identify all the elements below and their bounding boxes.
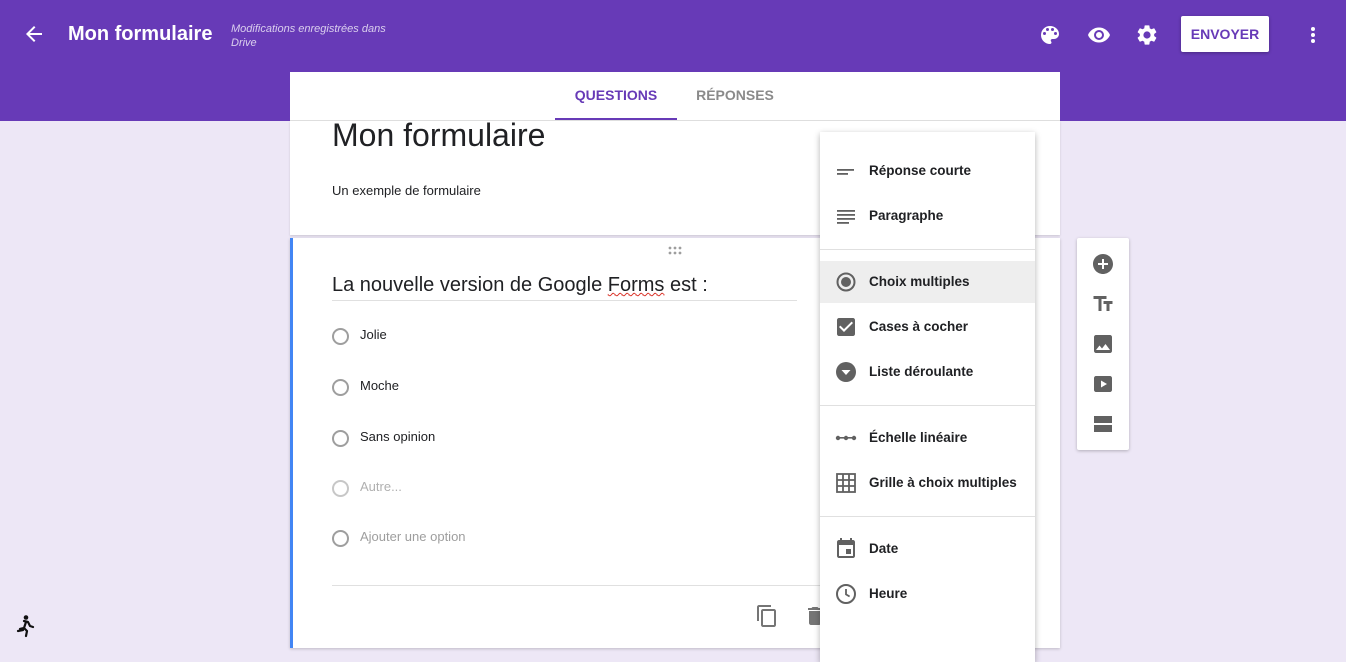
menu-item-dropdown[interactable]: Liste déroulante xyxy=(820,351,1035,393)
menu-divider xyxy=(820,249,1035,250)
menu-item-grid[interactable]: Grille à choix multiples xyxy=(820,462,1035,504)
menu-item-time[interactable]: Heure xyxy=(820,573,1035,615)
menu-item-label: Liste déroulante xyxy=(869,364,974,379)
add-option-button[interactable]: Ajouter une option xyxy=(360,529,466,544)
option-label[interactable]: Sans opinion xyxy=(360,429,435,444)
send-button[interactable]: ENVOYER xyxy=(1181,16,1269,52)
title-text-icon[interactable] xyxy=(1091,292,1115,316)
tab-responses[interactable]: RÉPONSES xyxy=(685,72,785,120)
dropdown-icon xyxy=(834,360,858,384)
checkbox-icon xyxy=(834,315,858,339)
drag-handle-icon[interactable] xyxy=(667,245,683,257)
radio-icon xyxy=(332,328,349,345)
section-icon[interactable] xyxy=(1091,412,1115,436)
calendar-icon xyxy=(834,537,858,561)
question-title-start: La nouvelle version de Google xyxy=(332,274,608,296)
menu-item-label: Choix multiples xyxy=(869,274,970,289)
menu-item-label: Grille à choix multiples xyxy=(869,475,1017,490)
tabs-bar: QUESTIONS RÉPONSES xyxy=(290,72,1060,121)
form-description[interactable]: Un exemple de formulaire xyxy=(332,183,481,198)
image-icon[interactable] xyxy=(1091,332,1115,356)
side-toolbar xyxy=(1077,238,1129,450)
app-title: Mon formulaire xyxy=(68,23,213,45)
menu-item-label: Cases à cocher xyxy=(869,319,969,334)
copy-icon[interactable] xyxy=(755,604,779,628)
other-option-placeholder[interactable]: Autre... xyxy=(360,479,402,494)
menu-divider xyxy=(820,516,1035,517)
menu-item-checkboxes[interactable]: Cases à cocher xyxy=(820,306,1035,348)
paragraph-icon xyxy=(834,204,858,228)
accessibility-runner-icon[interactable] xyxy=(14,614,36,638)
option-label[interactable]: Moche xyxy=(360,378,399,393)
menu-item-short-answer[interactable]: Réponse courte xyxy=(820,150,1035,192)
radio-button-icon xyxy=(834,270,858,294)
menu-divider xyxy=(820,405,1035,406)
video-icon[interactable] xyxy=(1091,372,1115,396)
option-label[interactable]: Jolie xyxy=(360,327,387,342)
menu-item-linear-scale[interactable]: Échelle linéaire xyxy=(820,417,1035,459)
menu-item-label: Heure xyxy=(869,586,908,601)
arrow-left-icon[interactable] xyxy=(22,22,46,46)
question-title-spellcheck-word: Forms xyxy=(607,274,665,296)
short-text-icon xyxy=(834,159,858,183)
radio-icon xyxy=(332,430,349,447)
radio-icon xyxy=(332,530,349,547)
grid-icon xyxy=(834,471,858,495)
menu-item-label: Échelle linéaire xyxy=(869,430,968,445)
menu-item-date[interactable]: Date xyxy=(820,528,1035,570)
linear-scale-icon xyxy=(834,426,858,450)
more-vert-icon[interactable] xyxy=(1301,23,1325,47)
clock-icon xyxy=(834,582,858,606)
add-circle-icon[interactable] xyxy=(1091,252,1115,276)
menu-item-multiple-choice[interactable]: Choix multiples xyxy=(820,261,1035,303)
tab-questions[interactable]: QUESTIONS xyxy=(555,72,677,120)
menu-item-label: Date xyxy=(869,541,899,556)
form-title[interactable]: Mon formulaire xyxy=(332,117,545,154)
palette-icon[interactable] xyxy=(1038,23,1062,47)
menu-item-label: Paragraphe xyxy=(869,208,944,223)
active-card-accent xyxy=(290,238,293,648)
question-type-menu: Réponse courte Paragraphe Choix multiple… xyxy=(820,132,1035,662)
radio-icon xyxy=(332,480,349,497)
question-title-end: est : xyxy=(664,274,708,296)
gear-icon[interactable] xyxy=(1135,23,1159,47)
save-status: Modifications enregistrées dans Drive xyxy=(231,23,386,49)
menu-item-paragraph[interactable]: Paragraphe xyxy=(820,195,1035,237)
eye-icon[interactable] xyxy=(1087,23,1111,47)
question-title[interactable]: La nouvelle version de Google Forms est … xyxy=(332,274,797,301)
radio-icon xyxy=(332,379,349,396)
menu-item-label: Réponse courte xyxy=(869,163,972,178)
